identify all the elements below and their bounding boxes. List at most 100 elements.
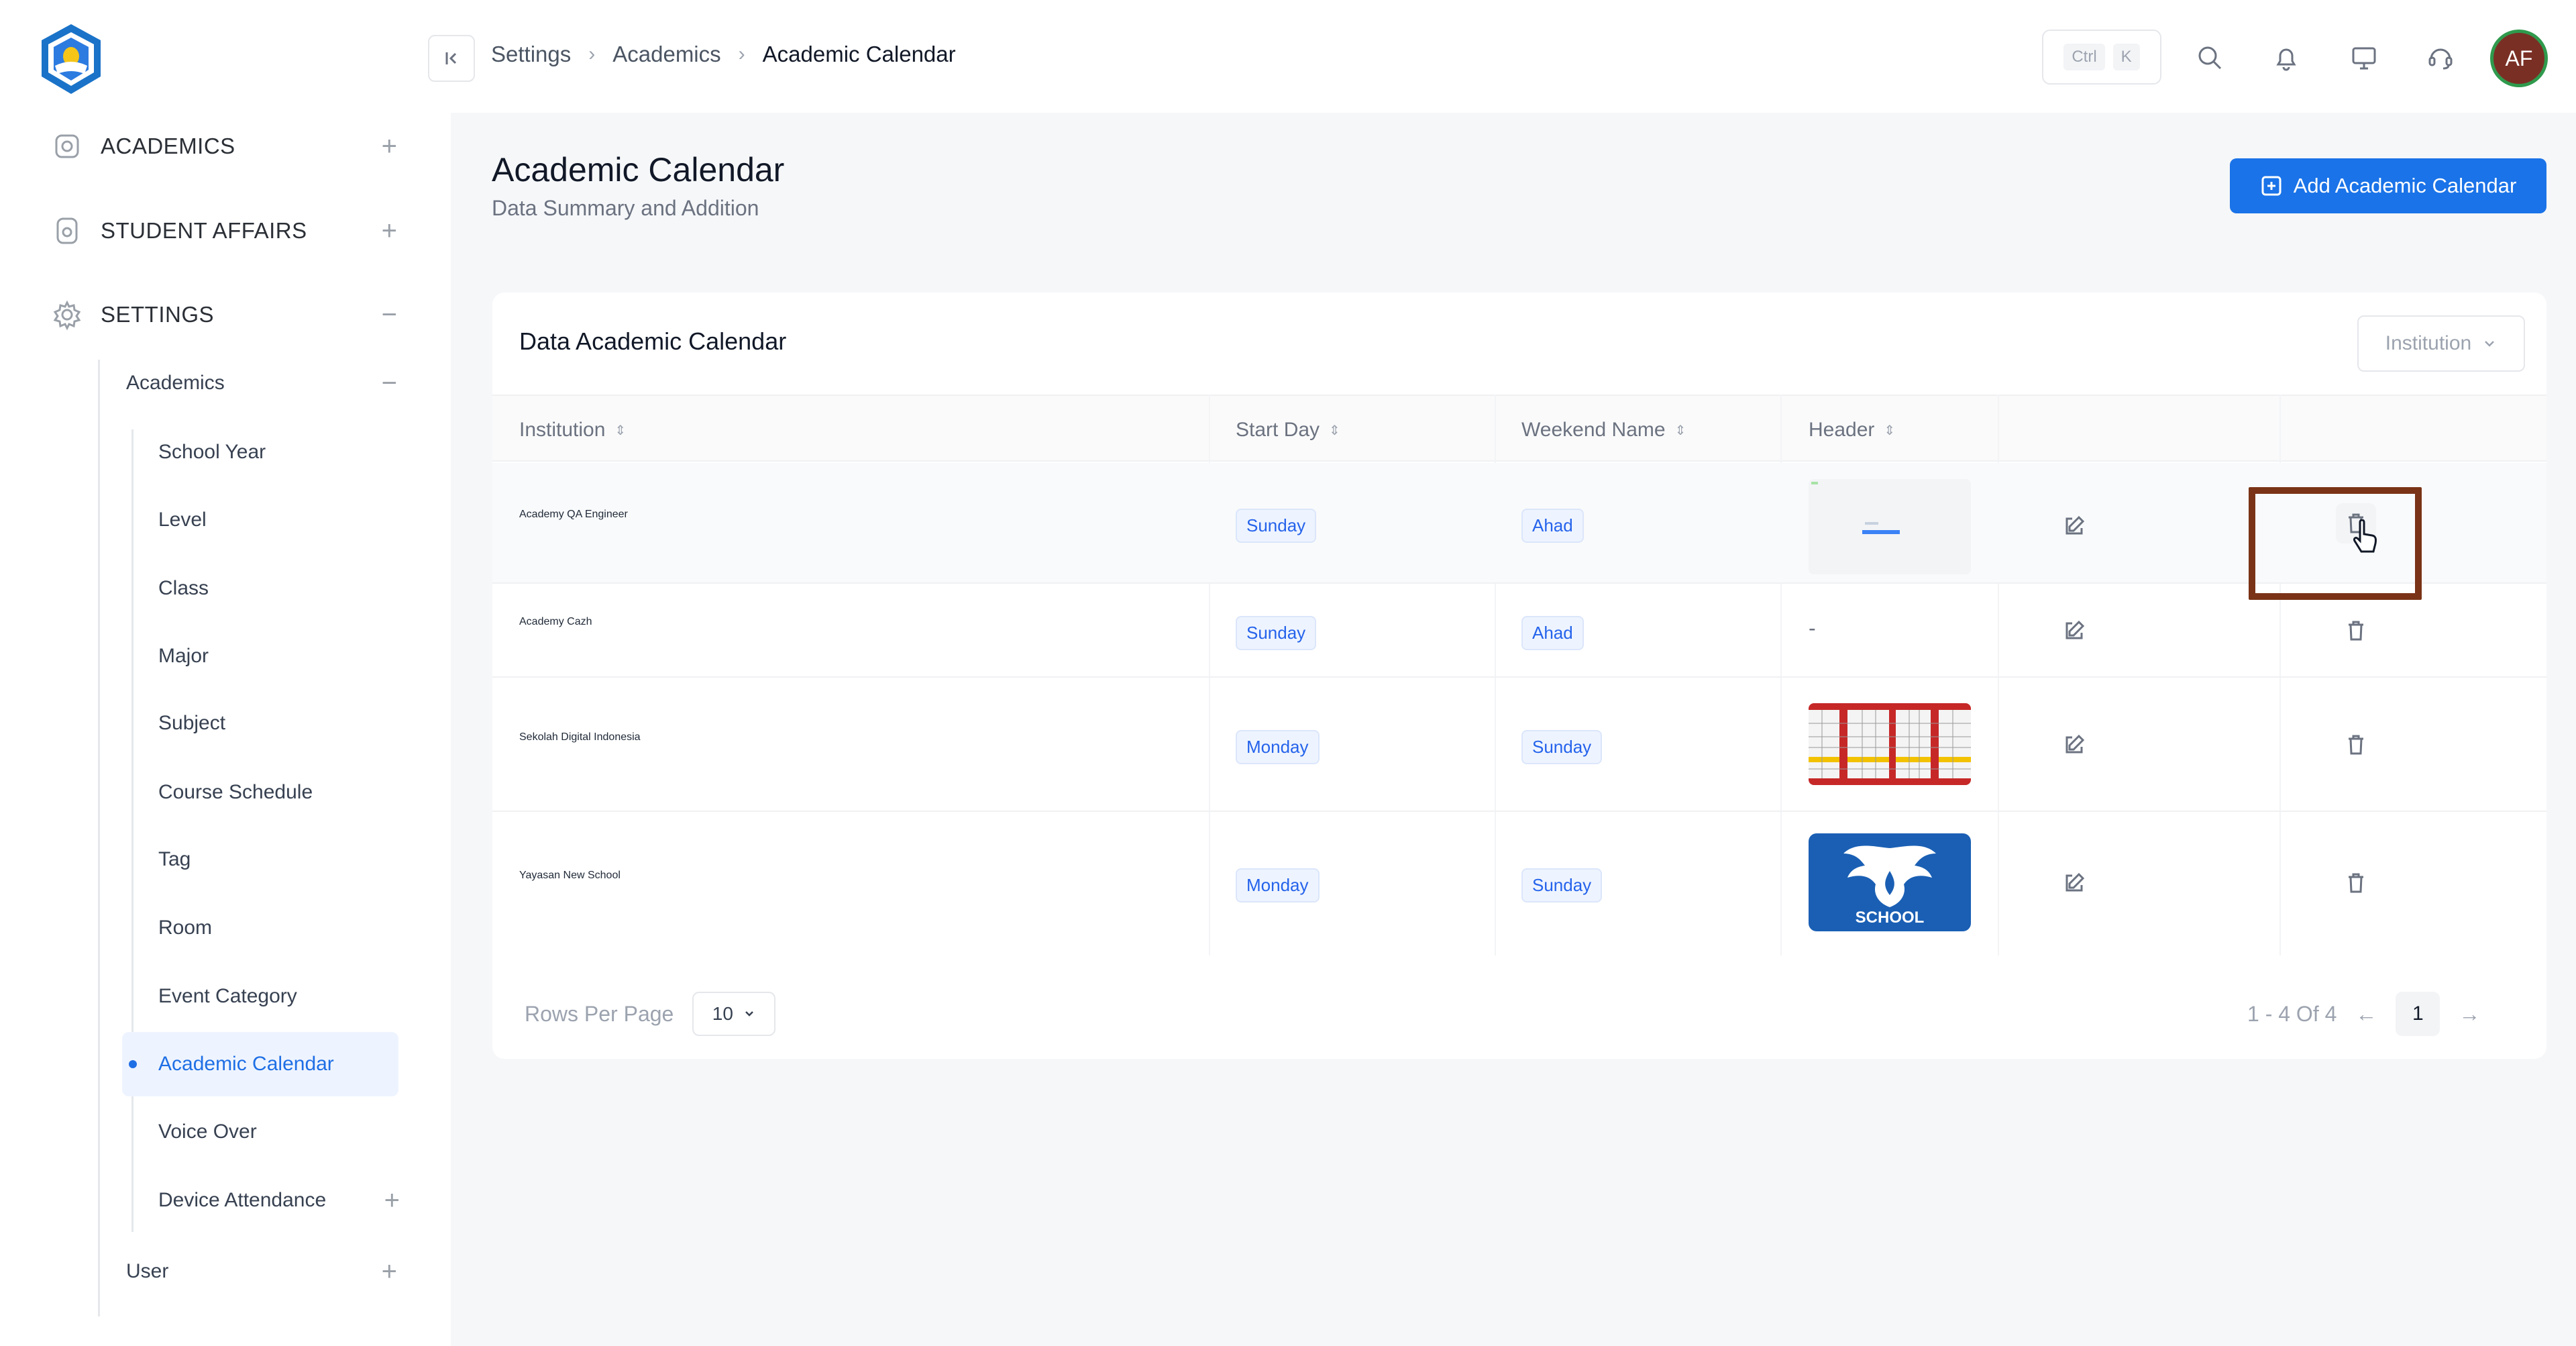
pagination-range: 1 - 4 Of 4	[2247, 1001, 2337, 1026]
add-academic-calendar-button[interactable]: Add Academic Calendar	[2230, 158, 2546, 213]
weekend-badge: Sunday	[1521, 730, 1603, 764]
nav-item-tag[interactable]: Tag	[158, 836, 400, 883]
nav-item-event-category[interactable]: Event Category	[158, 973, 400, 1020]
table-header: Institution ⇕ Start Day ⇕ Weekend Name ⇕ He…	[492, 395, 2546, 462]
nav-item-academic-calendar[interactable]: Academic Calendar	[122, 1032, 398, 1096]
nav-item-label: Academic Calendar	[158, 1053, 334, 1075]
avatar[interactable]: AF	[2490, 30, 2548, 87]
institution-cell: Yayasan New School	[519, 870, 621, 881]
expand-icon[interactable]: +	[384, 1187, 400, 1214]
rows-per-page-select[interactable]: 10	[692, 992, 776, 1036]
delete-icon[interactable]	[2336, 725, 2376, 765]
academics-icon	[48, 127, 86, 165]
app-logo[interactable]	[38, 23, 105, 95]
edit-icon[interactable]	[2054, 506, 2094, 546]
command-shortcut[interactable]: Ctrl K	[2042, 30, 2161, 85]
nav-section-student-affairs[interactable]: STUDENT AFFAIRS +	[48, 204, 397, 258]
rows-per-page-label: Rows Per Page	[525, 1001, 674, 1026]
delete-icon[interactable]	[2336, 611, 2376, 651]
column-label: Header	[1809, 419, 1875, 441]
header-image-school: SCHOOL	[1809, 833, 1971, 931]
nav-item-subject[interactable]: Subject	[158, 700, 400, 747]
table-row: Yayasan New School Monday Sunday SCHOOL	[492, 812, 2546, 955]
chevron-right-icon: ›	[588, 43, 596, 65]
highlight-annotation	[2249, 487, 2422, 600]
nav-sub-label: User	[126, 1260, 169, 1282]
sort-icon: ⇕	[1884, 423, 1896, 438]
kbd-ctrl: Ctrl	[2063, 44, 2105, 70]
collapse-icon[interactable]: −	[382, 370, 397, 397]
breadcrumb-settings[interactable]: Settings	[491, 42, 571, 67]
kbd-k: K	[2112, 44, 2140, 70]
nav-item-label: Device Attendance	[158, 1189, 327, 1211]
data-card: Data Academic Calendar Institution Insti…	[492, 293, 2546, 1059]
institution-cell: Academy Cazh	[519, 616, 592, 627]
expand-icon[interactable]: +	[382, 1258, 397, 1285]
filter-label: Institution	[2385, 332, 2472, 354]
bell-icon[interactable]	[2266, 38, 2306, 78]
weekend-badge: Ahad	[1521, 616, 1584, 650]
institution-cell: Academy QA Engineer	[519, 509, 628, 520]
page-subtitle: Data Summary and Addition	[492, 196, 759, 220]
nav-item-device-attendance[interactable]: Device Attendance +	[158, 1177, 400, 1224]
nav-sub-academics[interactable]: Academics −	[126, 360, 397, 407]
tree-line	[131, 429, 133, 1232]
header-image	[1809, 479, 1971, 574]
sort-icon: ⇕	[1329, 423, 1340, 438]
start-day-badge: Sunday	[1236, 616, 1317, 650]
weekend-badge: Ahad	[1521, 509, 1584, 543]
expand-icon[interactable]: +	[382, 217, 397, 244]
nav-item-level[interactable]: Level	[158, 497, 400, 543]
edit-icon[interactable]	[2054, 611, 2094, 651]
page-number-1[interactable]: 1	[2396, 992, 2440, 1036]
active-dot	[129, 1060, 137, 1068]
column-header[interactable]: Header ⇕	[1809, 419, 1895, 442]
collapse-icon[interactable]: −	[382, 301, 397, 328]
nav-sub-user[interactable]: User +	[126, 1248, 397, 1295]
column-label: Institution	[519, 419, 606, 441]
institution-filter[interactable]: Institution	[2357, 315, 2525, 372]
monitor-icon[interactable]	[2344, 38, 2384, 78]
column-start-day[interactable]: Start Day ⇕	[1236, 419, 1340, 442]
search-icon[interactable]	[2190, 38, 2230, 78]
nav-item-course-schedule[interactable]: Course Schedule	[158, 769, 400, 816]
nav-item-room[interactable]: Room	[158, 904, 400, 951]
page-title: Academic Calendar	[492, 151, 785, 189]
school-logo-text: SCHOOL	[1855, 909, 1925, 927]
table-row: Sekolah Digital Indonesia Monday Sunday	[492, 678, 2546, 812]
nav-section-academics[interactable]: ACADEMICS +	[48, 119, 397, 173]
nav-section-label: ACADEMICS	[101, 134, 235, 158]
sort-icon: ⇕	[614, 423, 627, 438]
header-image-calendar	[1809, 703, 1971, 785]
start-day-badge: Monday	[1236, 868, 1320, 902]
nav-section-label: SETTINGS	[101, 302, 215, 327]
weekend-badge: Sunday	[1521, 868, 1603, 902]
student-affairs-icon	[48, 212, 86, 250]
topbar: Settings › Academics › Academic Calendar…	[428, 0, 2576, 113]
edit-icon[interactable]	[2054, 863, 2094, 903]
nav-item-school-year[interactable]: School Year	[158, 429, 400, 476]
tree-line	[98, 360, 100, 1316]
nav-section-label: STUDENT AFFAIRS	[101, 218, 307, 243]
prev-page-button[interactable]: ←	[2355, 1002, 2377, 1027]
expand-icon[interactable]: +	[382, 133, 397, 160]
plus-square-icon	[2261, 176, 2282, 196]
column-institution[interactable]: Institution ⇕	[519, 419, 626, 442]
nav-item-voice-over[interactable]: Voice Over	[158, 1108, 400, 1155]
institution-cell: Sekolah Digital Indonesia	[519, 731, 641, 743]
start-day-badge: Sunday	[1236, 509, 1317, 543]
add-button-label: Add Academic Calendar	[2293, 174, 2517, 197]
support-icon[interactable]	[2420, 38, 2461, 78]
collapse-sidebar-button[interactable]	[428, 35, 475, 82]
sort-icon: ⇕	[1674, 423, 1686, 438]
next-page-button[interactable]: →	[2459, 1002, 2480, 1027]
table-row: Academy Cazh Sunday Ahad -	[492, 584, 2546, 678]
edit-icon[interactable]	[2054, 725, 2094, 765]
nav-item-class[interactable]: Class	[158, 565, 400, 612]
nav-section-settings[interactable]: SETTINGS −	[48, 288, 397, 342]
gear-icon	[48, 296, 86, 333]
column-weekend-name[interactable]: Weekend Name ⇕	[1521, 419, 1686, 442]
breadcrumb-academics[interactable]: Academics	[612, 42, 720, 67]
nav-item-major[interactable]: Major	[158, 633, 400, 680]
delete-icon[interactable]	[2336, 863, 2376, 903]
